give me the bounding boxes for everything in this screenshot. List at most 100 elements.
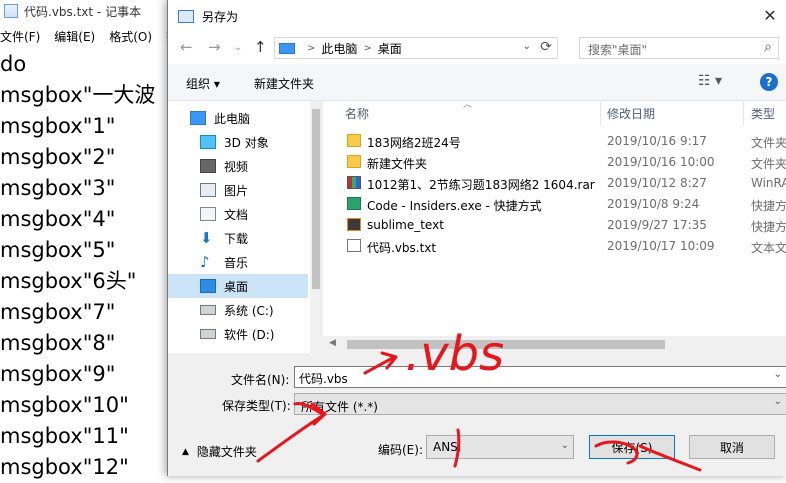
nav-scrollbar[interactable] [310,101,322,353]
nav-item-drive-d[interactable]: 软件 (D:) [168,322,308,346]
encoding-select[interactable]: ANSI ⌄ [426,435,574,459]
cancel-button[interactable]: 取消 [689,435,775,459]
nav-item-pictures[interactable]: 图片 [168,178,308,202]
hide-folders-toggle[interactable]: ▲ 隐藏文件夹 [182,443,257,460]
archive-icon [347,176,361,189]
nav-label: 音乐 [224,255,249,270]
nav-item-desktop[interactable]: 桌面 [168,274,308,298]
chevron-down-icon[interactable]: ⌄ [774,396,782,407]
nav-item-downloads[interactable]: ⬇ 下载 [168,226,308,250]
forward-arrow-icon[interactable]: → [208,38,221,56]
file-type: 文件夹 [751,136,786,150]
menu-file[interactable]: 文件(F) [0,28,40,45]
file-row[interactable]: 代码.vbs.txt 2019/10/17 10:09 文本文 [323,236,786,257]
dialog-title: 另存为 [202,9,239,24]
column-header-date[interactable]: 修改日期 [607,101,655,125]
file-date: 2019/9/27 17:35 [607,218,707,232]
file-name: sublime_text [367,218,444,232]
file-row[interactable]: 1012第1、2节练习题183网络2 1604.rar 2019/10/12 8… [323,173,786,194]
nav-label: 此电脑 [214,111,251,126]
chevron-right-icon[interactable]: > [307,43,315,54]
nav-item-videos[interactable]: 视频 [168,154,308,178]
file-type: 文件夹 [751,157,786,171]
notepad-titlebar: 代码.vbs.txt - 记事本 [0,0,180,22]
save-button[interactable]: 保存(S) [589,435,675,459]
drive-icon [200,305,216,315]
text-file-icon [347,239,361,252]
nav-item-3d-objects[interactable]: 3D 对象 [168,130,308,154]
view-options-icon[interactable]: ☷ ▾ [698,73,722,89]
nav-label: 文档 [224,207,249,222]
back-arrow-icon[interactable]: ← [180,38,193,56]
chevron-down-icon[interactable]: ⌄ [774,369,782,380]
file-row[interactable]: 新建文件夹 2019/10/16 10:00 文件夹 [323,152,786,173]
column-divider[interactable] [743,101,744,125]
up-arrow-icon[interactable]: ↑ [254,38,267,56]
nav-label: 桌面 [224,279,249,294]
folder-icon [347,134,361,147]
help-icon[interactable]: ? [760,73,778,91]
file-date: 2019/10/16 10:00 [607,155,715,169]
search-input[interactable]: 搜索"桌面" ⌕ [579,37,779,59]
breadcrumb-current[interactable]: 桌面 [378,40,402,57]
file-row[interactable]: Code - Insiders.exe - 快捷方式 2019/10/8 9:2… [323,194,786,215]
address-row: ← → ⌄ ↑ > 此电脑 > 桌面 ⌄ ⟳ 搜索"桌面" ⌕ [168,32,786,64]
column-label: 修改日期 [607,106,656,121]
horizontal-scrollbar[interactable]: ◀ [323,336,786,353]
refresh-icon[interactable]: ⟳ [540,39,552,55]
nav-item-this-pc[interactable]: 此电脑 [168,106,308,130]
file-name: 183网络2班24号 [367,136,461,150]
nav-label: 系统 (C:) [224,303,274,318]
picture-icon [200,183,216,197]
notepad-menubar: 文件(F) 编辑(E) 格式(O) 查 [0,26,180,46]
search-icon[interactable]: ⌕ [764,39,772,55]
save-dialog-icon [178,9,194,23]
filename-value: 代码.vbs [299,372,348,386]
sublime-icon [347,218,361,231]
column-divider[interactable] [600,101,601,125]
folder-icon [347,155,361,168]
file-name: 新建文件夹 [367,157,428,171]
file-row[interactable]: sublime_text 2019/9/27 17:35 快捷方 [323,215,786,236]
download-icon: ⬇ [200,229,213,247]
nav-label: 视频 [224,159,249,174]
search-placeholder: 搜索"桌面" [588,43,648,57]
horizontal-scrollbar-thumb[interactable] [347,340,665,349]
nav-scrollbar-thumb[interactable] [312,109,320,289]
file-type: 文本文 [751,241,786,255]
file-type: WinRA [751,176,786,190]
column-label: 名称 [345,106,370,121]
video-icon [200,159,216,173]
menu-format[interactable]: 格式(O) [109,28,152,45]
scroll-left-icon[interactable]: ◀ [329,338,336,348]
filetype-label: 保存类型(T): [222,399,291,413]
file-name: Code - Insiders.exe - 快捷方式 [367,199,542,213]
breadcrumb-root[interactable]: 此电脑 [321,40,357,57]
file-date: 2019/10/12 8:27 [607,176,707,190]
filetype-select[interactable]: 所有文件 (*.*) ⌄ [294,393,786,415]
filename-input[interactable]: 代码.vbs ⌄ [294,366,786,388]
nav-item-music[interactable]: ♪ 音乐 [168,250,308,274]
nav-label: 软件 (D:) [224,327,275,342]
nav-item-documents[interactable]: 文档 [168,202,308,226]
chevron-down-icon[interactable]: ⌄ [523,41,531,52]
document-icon [200,207,216,221]
column-header-name[interactable]: 名称 [345,101,369,125]
new-folder-button[interactable]: 新建文件夹 [254,75,314,92]
column-header-type[interactable]: 类型 [751,101,775,125]
organize-button[interactable]: 组织 ▾ [186,75,220,92]
chevron-right-icon[interactable]: > [363,43,371,54]
close-icon[interactable]: ✕ [759,4,781,26]
nav-label: 图片 [224,183,249,198]
file-row[interactable]: 183网络2班24号 2019/10/16 9:17 文件夹 [323,131,786,152]
column-label: 类型 [751,106,776,121]
menu-edit[interactable]: 编辑(E) [54,28,95,45]
recent-dropdown-icon[interactable]: ⌄ [234,42,242,53]
address-bar[interactable]: > 此电脑 > 桌面 ⌄ ⟳ [274,37,558,59]
filetype-value: 所有文件 (*.*) [301,400,378,414]
save-as-dialog: 另存为 ✕ ← → ⌄ ↑ > 此电脑 > 桌面 ⌄ ⟳ 搜索"桌面" ⌕ 组织… [167,0,786,476]
chevron-down-icon[interactable]: ⌄ [561,440,569,451]
file-name: 1012第1、2节练习题183网络2 1604.rar [367,178,595,192]
navigation-pane: 此电脑 3D 对象 视频 图片 文档 ⬇ 下载 ♪ 音乐 桌面 系统 (C:) … [168,101,322,353]
nav-item-drive-c[interactable]: 系统 (C:) [168,298,308,322]
